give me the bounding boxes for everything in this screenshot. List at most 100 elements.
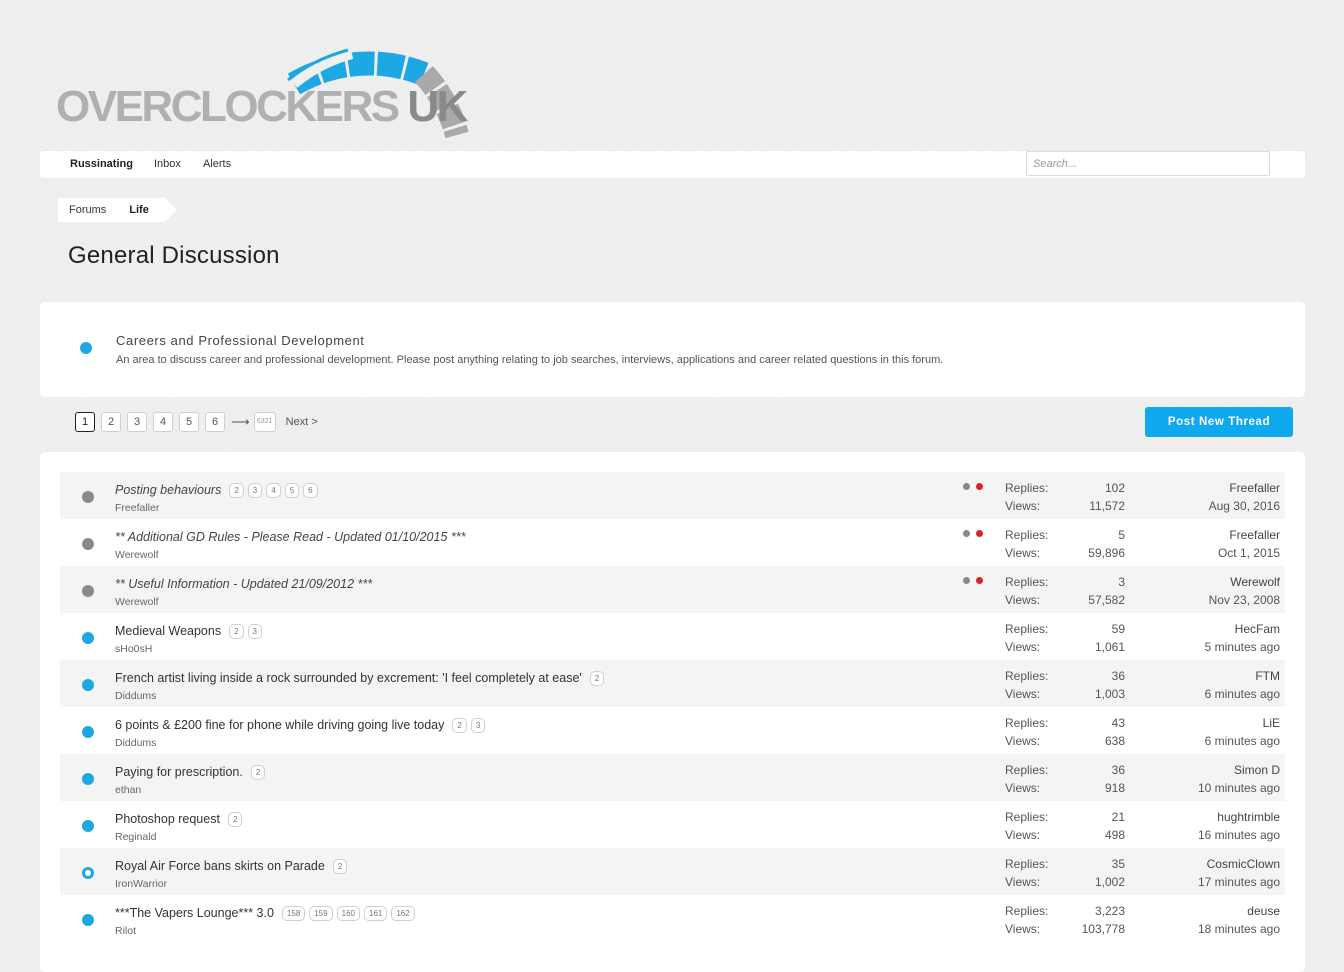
thread-row[interactable]: French artist living inside a rock surro… <box>60 660 1285 707</box>
thread-page-link[interactable]: 162 <box>391 906 415 921</box>
thread-page-link[interactable]: 161 <box>364 906 388 921</box>
thread-author-link[interactable]: Freefaller <box>115 502 159 514</box>
thread-title-link[interactable]: Medieval Weapons 2 3 <box>115 624 266 639</box>
last-post-date-link[interactable]: 18 minutes ago <box>1198 922 1280 936</box>
thread-title[interactable]: Photoshop request <box>115 812 220 826</box>
last-post-date-link[interactable]: Nov 23, 2008 <box>1209 593 1280 607</box>
page-link[interactable]: 2 <box>101 412 121 432</box>
next-page-link[interactable]: Next > <box>286 416 318 428</box>
thread-page-link[interactable]: 6 <box>303 483 318 498</box>
thread-author-link[interactable]: sHo0sH <box>115 643 152 655</box>
last-poster-link[interactable]: Werewolf <box>1230 575 1280 589</box>
page-link[interactable]: 6 <box>205 412 225 432</box>
site-logo[interactable]: OVERCLOCKERS UK <box>52 40 472 140</box>
thread-title-link[interactable]: Photoshop request 2 <box>115 812 246 827</box>
thread-row[interactable]: Medieval Weapons 2 3 sHo0sH Replies: 59 Views:… <box>60 613 1285 660</box>
thread-page-link[interactable]: 2 <box>229 483 244 498</box>
thread-author-link[interactable]: Diddums <box>115 737 156 749</box>
breadcrumb-forums[interactable]: Forums <box>58 198 119 222</box>
thread-title[interactable]: Paying for prescription. <box>115 765 243 779</box>
thread-row[interactable]: Royal Air Force bans skirts on Parade 2 Ir… <box>60 848 1285 895</box>
page-link[interactable]: 1 <box>75 412 95 432</box>
last-post-date-link[interactable]: Aug 30, 2016 <box>1209 499 1280 513</box>
thread-title[interactable]: ***The Vapers Lounge*** 3.0 <box>115 906 274 920</box>
last-post-date-link[interactable]: 16 minutes ago <box>1198 828 1280 842</box>
last-post-date-link[interactable]: 10 minutes ago <box>1198 781 1280 795</box>
thread-page-link[interactable]: 2 <box>250 765 266 780</box>
thread-page-link[interactable]: 158 <box>281 906 306 921</box>
nav-alerts-link[interactable]: Alerts <box>203 158 231 170</box>
page-link[interactable]: 3 <box>127 412 147 432</box>
thread-flags <box>963 577 989 584</box>
thread-title-link[interactable]: 6 points & £200 fine for phone while dri… <box>115 718 489 733</box>
breadcrumb-life[interactable]: Life <box>118 198 177 222</box>
last-poster-link[interactable]: HecFam <box>1235 622 1280 636</box>
thread-page-link[interactable]: 3 <box>247 624 262 639</box>
thread-page-link[interactable]: 159 <box>309 906 333 921</box>
last-poster-link[interactable]: CosmicClown <box>1207 857 1280 871</box>
last-poster-link[interactable]: Freefaller <box>1229 528 1280 542</box>
page-link[interactable]: 4 <box>153 412 173 432</box>
read-status-icon <box>82 491 94 503</box>
nav-inbox-link[interactable]: Inbox <box>154 158 181 170</box>
thread-page-link[interactable]: 2 <box>227 812 243 827</box>
thread-title-link[interactable]: ***The Vapers Lounge*** 3.0 158 159 160 161 1… <box>115 906 419 921</box>
last-poster-link[interactable]: Freefaller <box>1229 481 1280 495</box>
thread-author-link[interactable]: Rilot <box>115 925 136 937</box>
thread-title-link[interactable]: Royal Air Force bans skirts on Parade 2 <box>115 859 351 874</box>
thread-title-link[interactable]: ** Useful Information - Updated 21/09/20… <box>115 577 372 591</box>
post-new-thread-button[interactable]: Post New Thread <box>1145 407 1293 437</box>
thread-row[interactable]: Paying for prescription. 2 ethan Replies: 36… <box>60 754 1285 801</box>
thread-page-link[interactable]: 3 <box>470 718 486 733</box>
thread-page-link[interactable]: 2 <box>229 624 244 639</box>
unread-status-icon <box>80 342 92 354</box>
thread-title[interactable]: ** Useful Information - Updated 21/09/20… <box>115 577 372 591</box>
thread-title-link[interactable]: Posting behaviours 2 3 4 5 6 <box>115 483 322 498</box>
thread-title-link[interactable]: French artist living inside a rock surro… <box>115 671 608 686</box>
page-link[interactable]: 5 <box>179 412 199 432</box>
last-poster-link[interactable]: LiE <box>1263 716 1280 730</box>
thread-title-link[interactable]: Paying for prescription. 2 <box>115 765 269 780</box>
last-post-date-link[interactable]: 6 minutes ago <box>1205 734 1280 748</box>
last-post-date-link[interactable]: 17 minutes ago <box>1198 875 1280 889</box>
thread-page-link[interactable]: 2 <box>589 671 605 686</box>
thread-title[interactable]: ** Additional GD Rules - Please Read - U… <box>115 530 465 544</box>
thread-author-link[interactable]: Reginald <box>115 831 156 843</box>
thread-author-link[interactable]: Werewolf <box>115 549 159 561</box>
thread-author-link[interactable]: ethan <box>115 784 141 796</box>
thread-page-link[interactable]: 160 <box>336 906 360 921</box>
thread-title[interactable]: French artist living inside a rock surro… <box>115 671 582 685</box>
last-poster-link[interactable]: FTM <box>1255 669 1280 683</box>
thread-row[interactable]: 6 points & £200 fine for phone while dri… <box>60 707 1285 754</box>
last-poster-link[interactable]: deuse <box>1247 904 1280 918</box>
thread-title-link[interactable]: ** Additional GD Rules - Please Read - U… <box>115 530 465 544</box>
thread-title[interactable]: Posting behaviours <box>115 483 221 497</box>
thread-page-link[interactable]: 2 <box>332 859 348 874</box>
thread-row[interactable]: Posting behaviours 2 3 4 5 6 Freefaller Replies… <box>60 472 1285 519</box>
thread-page-link[interactable]: 5 <box>284 483 300 498</box>
thread-author-link[interactable]: IronWarrior <box>115 878 167 890</box>
last-post-date-link[interactable]: 5 minutes ago <box>1205 640 1280 654</box>
thread-author-link[interactable]: Werewolf <box>115 596 159 608</box>
nav-user-link[interactable]: Russinating <box>70 158 133 170</box>
thread-title[interactable]: Royal Air Force bans skirts on Parade <box>115 859 325 873</box>
subforum-title-link[interactable]: Careers and Professional Development <box>116 333 365 348</box>
last-poster-link[interactable]: Simon D <box>1234 763 1280 777</box>
thread-row[interactable]: Photoshop request 2 Reginald Replies: 21 View… <box>60 801 1285 848</box>
replies-label: Replies: <box>1005 669 1049 683</box>
page-jump-arrow-icon[interactable]: ⟶ <box>231 414 250 430</box>
thread-page-link[interactable]: 2 <box>452 718 467 733</box>
last-page-link[interactable]: 6321 <box>253 412 276 432</box>
last-post-date-link[interactable]: 6 minutes ago <box>1205 687 1280 701</box>
thread-author-link[interactable]: Diddums <box>115 690 156 702</box>
thread-title[interactable]: Medieval Weapons <box>115 624 221 638</box>
last-post-date-link[interactable]: Oct 1, 2015 <box>1218 546 1280 560</box>
thread-row[interactable]: ** Useful Information - Updated 21/09/20… <box>60 566 1285 613</box>
thread-row[interactable]: ** Additional GD Rules - Please Read - U… <box>60 519 1285 566</box>
thread-title[interactable]: 6 points & £200 fine for phone while dri… <box>115 718 444 732</box>
thread-page-link[interactable]: 4 <box>266 483 281 498</box>
last-poster-link[interactable]: hughtrimble <box>1217 810 1280 824</box>
thread-page-link[interactable]: 3 <box>247 483 263 498</box>
search-input[interactable] <box>1026 151 1270 176</box>
thread-row[interactable]: ***The Vapers Lounge*** 3.0 158 159 160 161 1… <box>60 895 1285 942</box>
